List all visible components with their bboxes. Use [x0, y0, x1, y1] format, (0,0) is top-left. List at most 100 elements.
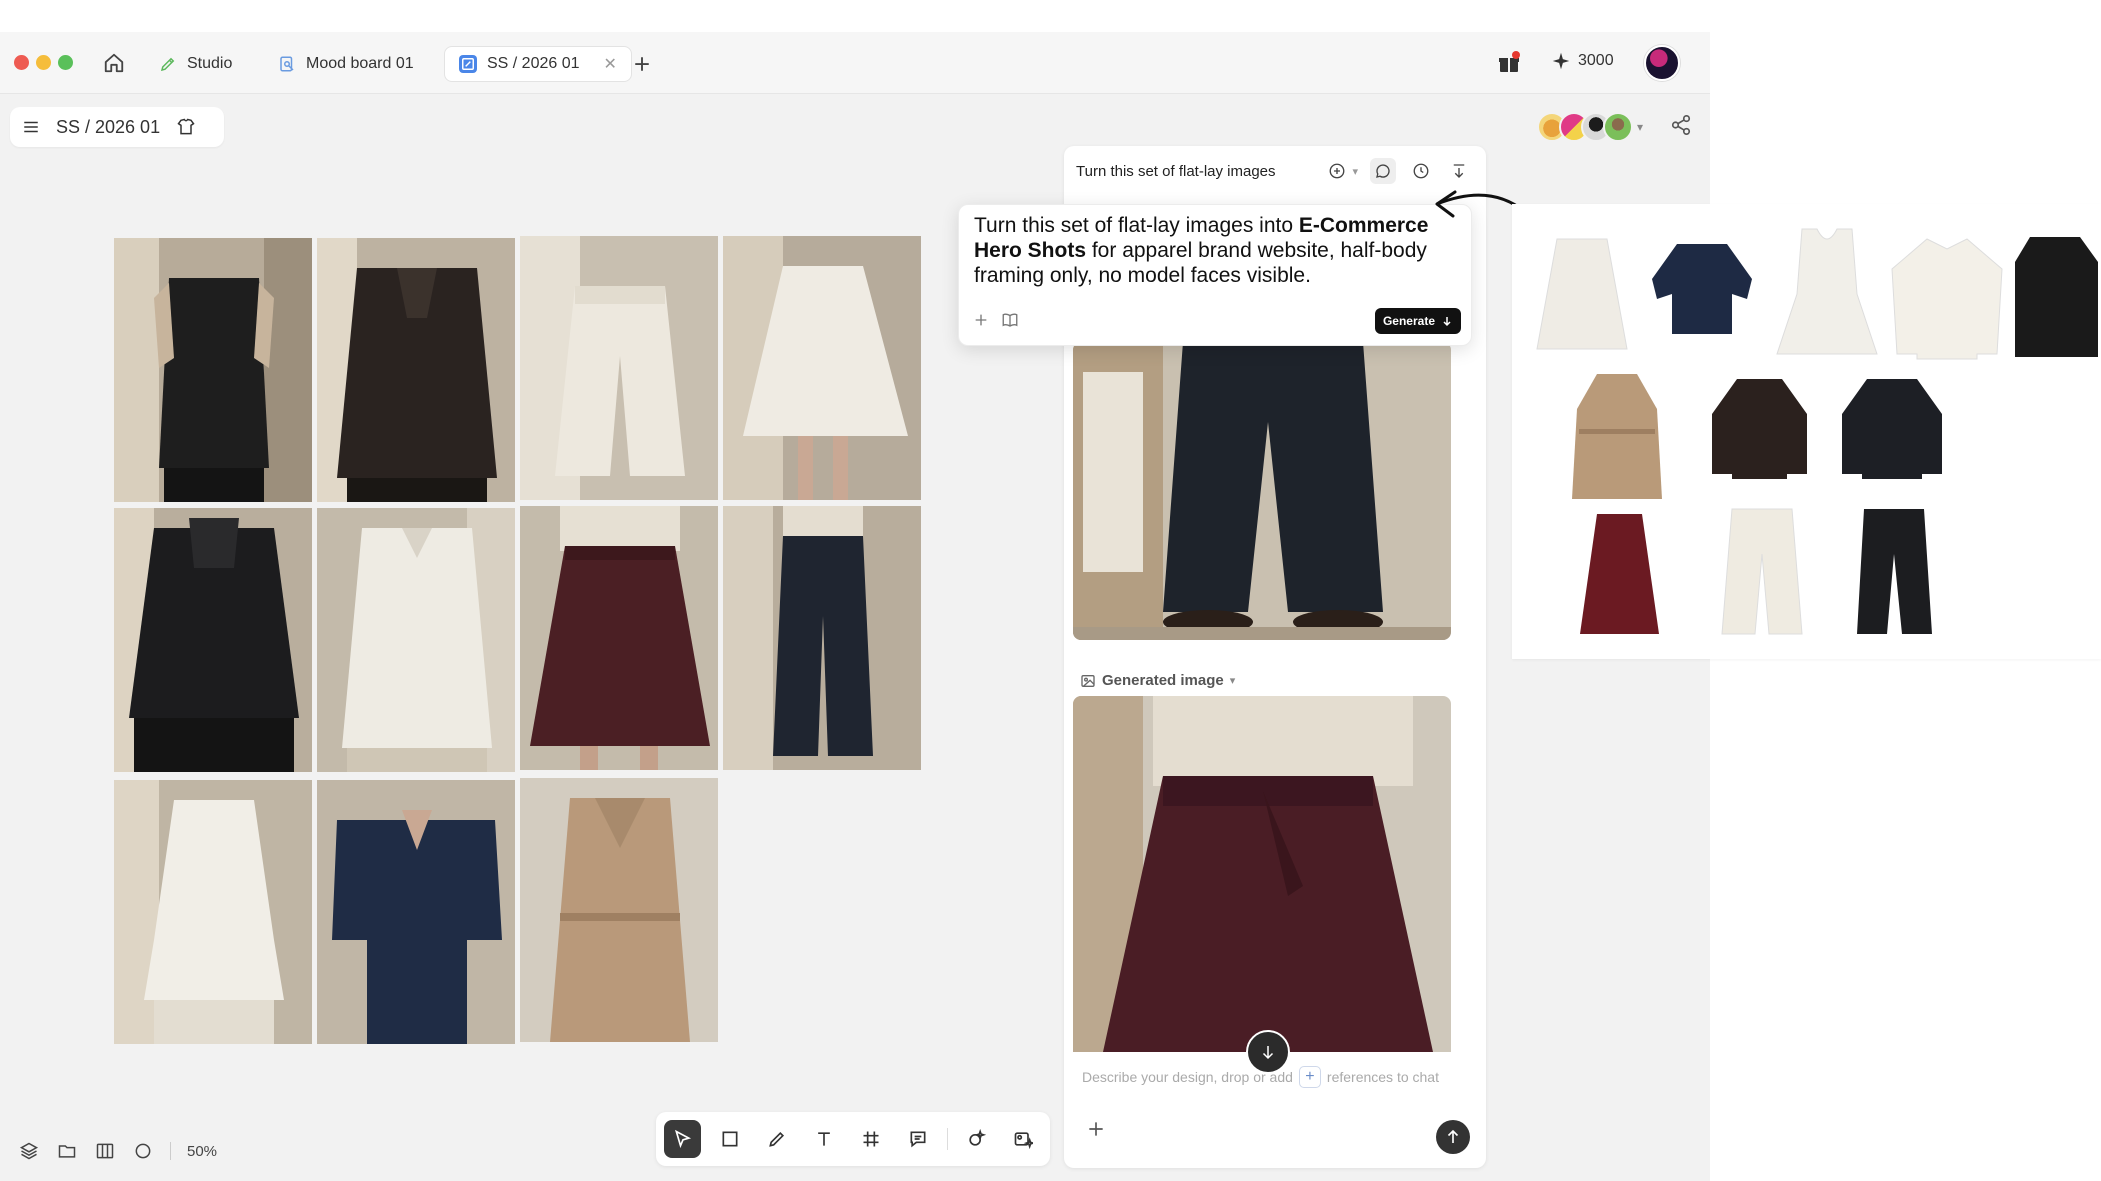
layers-icon[interactable] — [18, 1140, 40, 1162]
divider — [170, 1142, 171, 1160]
send-icon — [1447, 1129, 1459, 1143]
tab-ss-2026-01[interactable]: SS / 2026 01 ✕ — [444, 46, 632, 82]
minimize-window-button[interactable] — [36, 55, 51, 70]
tab-studio[interactable]: Studio — [145, 46, 246, 82]
home-icon — [104, 53, 124, 73]
share-icon — [1671, 115, 1691, 135]
credits-count: 3000 — [1578, 52, 1614, 69]
zoom-level[interactable]: 50% — [187, 1143, 217, 1160]
canvas-image-navy-trousers[interactable] — [723, 506, 921, 770]
chat-bubble-icon — [1376, 164, 1390, 178]
ai-edit-button[interactable] — [958, 1120, 995, 1158]
generate-label: Generate — [1382, 314, 1435, 328]
close-window-button[interactable] — [14, 55, 29, 70]
history-button[interactable] — [1408, 158, 1434, 184]
clock-icon — [1413, 163, 1429, 179]
prompt-text[interactable]: Turn this set of flat-lay images into E-… — [974, 213, 1464, 288]
title-bar: Studio Mood board 01 SS / 2026 01 ✕ 3000 — [0, 32, 1710, 94]
flat-lay-white-top[interactable] — [1767, 224, 1887, 364]
tab-label: SS / 2026 01 — [487, 55, 580, 72]
plus-icon[interactable] — [973, 312, 989, 328]
flat-lay-black-trousers[interactable] — [1852, 504, 1937, 639]
canvas-image-black-jacket[interactable] — [114, 508, 312, 772]
canvas-bottom-tools: 50% — [18, 1140, 217, 1162]
canvas-image-white-top[interactable] — [114, 780, 312, 1044]
rectangle-tool-button[interactable] — [711, 1120, 748, 1158]
image-ai-button[interactable] — [1005, 1120, 1042, 1158]
canvas-image-leather-jacket[interactable] — [317, 238, 515, 502]
select-tool-button[interactable] — [664, 1120, 702, 1158]
project-header: SS / 2026 01 — [10, 107, 224, 147]
gift-button[interactable] — [1497, 51, 1521, 75]
new-tab-button[interactable] — [628, 50, 656, 78]
flat-lay-white-skirt[interactable] — [1532, 234, 1632, 354]
flat-lay-white-shirt[interactable] — [1887, 234, 2007, 364]
collaborators[interactable]: ▾ — [1537, 112, 1643, 142]
add-attachment-button[interactable] — [1086, 1118, 1106, 1146]
shirt-style-icon[interactable] — [176, 117, 196, 137]
prompt-card[interactable]: Turn this set of flat-lay images into E-… — [958, 204, 1472, 346]
flat-lay-navy-cape[interactable] — [1647, 239, 1757, 339]
text-tool-button[interactable] — [805, 1120, 842, 1158]
close-tab-icon[interactable]: ✕ — [604, 54, 617, 74]
canvas-image-white-trousers[interactable] — [520, 236, 718, 500]
pen-tool-button[interactable] — [758, 1120, 795, 1158]
flat-lay-leather-jacket[interactable] — [1707, 374, 1812, 484]
placeholder-text: Describe your design, drop or add — [1082, 1069, 1293, 1085]
chat-input-placeholder[interactable]: Describe your design, drop or add + refe… — [1082, 1066, 1439, 1088]
generated-image-trousers[interactable] — [1073, 342, 1451, 640]
chat-header: Turn this set of flat-lay images ▾ — [1064, 146, 1486, 196]
chevron-down-icon[interactable]: ▾ — [1637, 120, 1643, 134]
project-title[interactable]: SS / 2026 01 — [56, 117, 160, 138]
tab-label: Studio — [187, 55, 233, 72]
circle-icon[interactable] — [132, 1140, 154, 1162]
user-avatar[interactable] — [1644, 45, 1680, 81]
tab-mood-board[interactable]: Mood board 01 — [264, 46, 428, 82]
menu-icon[interactable] — [22, 118, 40, 136]
canvas-image-white-skirt[interactable] — [723, 236, 921, 500]
flat-lay-leather-vest[interactable] — [2010, 232, 2101, 367]
canvas-icon — [459, 55, 477, 73]
image-icon — [1081, 674, 1095, 687]
new-chat-button[interactable] — [1324, 158, 1350, 184]
canvas-image-leather-vest[interactable] — [114, 238, 312, 502]
maximize-window-button[interactable] — [58, 55, 73, 70]
folder-icon[interactable] — [56, 1140, 78, 1162]
avatar — [1603, 112, 1633, 142]
pen-icon — [159, 55, 177, 73]
canvas-image-silk-shirt[interactable] — [317, 508, 515, 772]
prompt-text-part: Turn this set of flat-lay images into — [974, 214, 1299, 237]
flat-lay-burgundy-skirt[interactable] — [1577, 509, 1662, 639]
frame-tool-button[interactable] — [853, 1120, 890, 1158]
square-icon — [722, 1131, 738, 1147]
board-icon — [278, 55, 296, 73]
comment-tool-button[interactable] — [900, 1120, 937, 1158]
drawing-toolbar — [656, 1112, 1050, 1166]
send-button[interactable] — [1436, 1120, 1470, 1154]
generated-image-skirt[interactable] — [1073, 696, 1451, 1052]
columns-icon[interactable] — [94, 1140, 116, 1162]
share-button[interactable] — [1670, 114, 1696, 140]
chevron-down-icon: ▾ — [1229, 675, 1236, 687]
generate-button[interactable]: Generate — [1374, 308, 1461, 334]
flat-lay-reference-sheet[interactable] — [1512, 204, 2101, 659]
flat-lay-white-trousers[interactable] — [1717, 504, 1807, 639]
canvas-image-burgundy-skirt[interactable] — [520, 506, 718, 770]
chevron-down-icon[interactable]: ▾ — [1352, 165, 1358, 178]
collapse-button[interactable] — [1446, 158, 1472, 184]
book-icon[interactable] — [1001, 311, 1019, 329]
divider — [946, 1128, 948, 1150]
home-button[interactable] — [100, 49, 128, 77]
canvas-image-navy-cape-shirt[interactable] — [317, 780, 515, 1044]
add-reference-button[interactable]: + — [1298, 1066, 1321, 1088]
canvas-image-trench-coat[interactable] — [520, 778, 718, 1042]
chat-view-button[interactable] — [1370, 158, 1396, 184]
flat-lay-black-jacket[interactable] — [1837, 374, 1947, 484]
text-icon — [818, 1132, 830, 1146]
credits-display[interactable]: 3000 — [1552, 52, 1614, 70]
generated-image-label[interactable]: Generated image ▾ — [1080, 672, 1235, 689]
chat-input[interactable]: Describe your design, drop or add + refe… — [1072, 1050, 1480, 1160]
cursor-icon — [674, 1129, 691, 1149]
flat-lay-trench-coat[interactable] — [1567, 369, 1667, 504]
image-sparkle-icon — [1015, 1132, 1034, 1149]
